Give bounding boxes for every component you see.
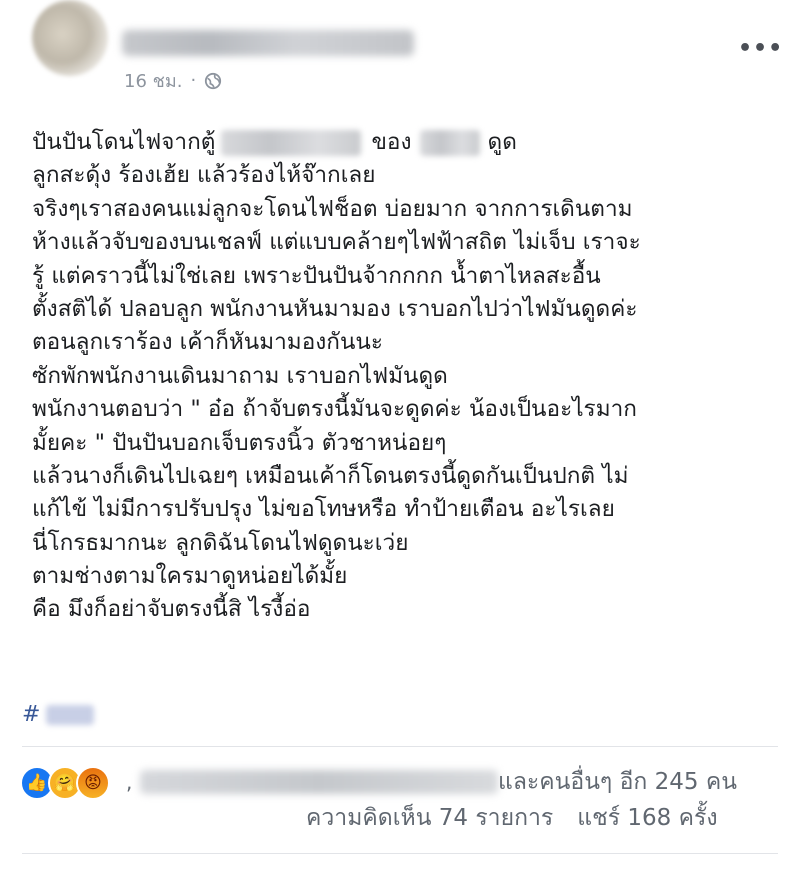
share-count-link[interactable]: แชร์ 168 ครั้ง bbox=[577, 800, 717, 836]
globe-icon[interactable] bbox=[204, 72, 222, 90]
post-text: ปันปันโดนไฟจากตู้ bbox=[32, 129, 216, 155]
post-stats: ความคิดเห็น 74 รายการ แชร์ 168 ครั้ง bbox=[306, 800, 718, 836]
post-line: พนักงานตอบว่า " อ๋อ ถ้าจับตรงนี้มันจะดูด… bbox=[32, 396, 637, 423]
post-line: ห้างแล้วจับของบนเชลฟ์ แต่แบบคล้ายๆไฟฟ้าส… bbox=[32, 229, 641, 256]
author-avatar[interactable] bbox=[32, 0, 108, 76]
post-line: แล้วนางก็เดินไปเฉยๆ เหมือนเค้าก็โดนตรงนี… bbox=[32, 462, 629, 489]
post-text: ของ bbox=[371, 129, 412, 155]
post-text: ดูด bbox=[487, 129, 517, 155]
hashtag-link[interactable]: # bbox=[22, 702, 95, 727]
divider bbox=[22, 746, 778, 747]
names-separator: , bbox=[126, 770, 133, 794]
post-line: ตามช่างตามใครมาดูหน่อยได้มั้ย bbox=[32, 563, 348, 590]
post-line: มั้ยคะ " ปันปันบอกเจ็บตรงนิ้ว ตัวชาหน่อย… bbox=[32, 429, 447, 456]
post-line: จริงๆเราสองคนแม่ลูกจะโดนไฟช็อต บ่อยมาก จ… bbox=[32, 195, 633, 222]
hashtag-symbol: # bbox=[22, 702, 41, 727]
meta-separator: · bbox=[190, 70, 197, 91]
post-line: รู้ แต่คราวนี้ไม่ใช่เลย เพราะปันปันจ้ากก… bbox=[32, 262, 601, 289]
reactor-names-redacted[interactable] bbox=[140, 770, 498, 794]
comment-count-link[interactable]: ความคิดเห็น 74 รายการ bbox=[306, 800, 553, 836]
divider bbox=[22, 853, 778, 854]
redacted-store-name bbox=[221, 129, 362, 156]
post-line: นี่โกรธมากนะ ลูกดิฉันโดนไฟดูดนะเว่ย bbox=[32, 529, 409, 556]
more-options-icon[interactable]: ••• bbox=[738, 38, 783, 60]
post-line: แก้ไข้ ไม่มีการปรับปรุง ไม่ขอโทษหรือ ทำป… bbox=[32, 496, 615, 523]
post-meta: 16 ชม. · bbox=[124, 66, 222, 95]
post-line: ลูกสะดุ้ง ร้องเฮ้ย แล้วร้องไห้จ๊ากเลย bbox=[32, 162, 376, 189]
post-line: ซักพักพนักงานเดินมาถาม เราบอกไฟมันดูด bbox=[32, 362, 448, 389]
reaction-count-link[interactable]: และคนอื่นๆ อีก 245 คน bbox=[498, 764, 737, 800]
post-line: คือ มึงก็อย่าจับตรงนี้สิ ไรงี้อ่อ bbox=[32, 596, 311, 623]
reaction-icons[interactable]: 👍 🤗 😡 bbox=[20, 766, 110, 800]
post-line-1: ปันปันโดนไฟจากตู้ ของ ดูด bbox=[32, 126, 772, 159]
post-body: ปันปันโดนไฟจากตู้ ของ ดูด ลูกสะดุ้ง ร้องเฮ… bbox=[32, 126, 772, 627]
redacted-store-name bbox=[419, 129, 480, 156]
post-timestamp[interactable]: 16 ชม. bbox=[124, 66, 182, 95]
redacted-hashtag bbox=[46, 704, 95, 725]
angry-icon: 😡 bbox=[76, 766, 110, 800]
author-name-redacted[interactable] bbox=[122, 30, 414, 56]
post-line: ตั้งสติได้ ปลอบลูก พนักงานหันมามอง เราบอ… bbox=[32, 295, 638, 322]
post-line: ตอนลูกเราร้อง เค้าก็หันมามองกันนะ bbox=[32, 329, 383, 356]
